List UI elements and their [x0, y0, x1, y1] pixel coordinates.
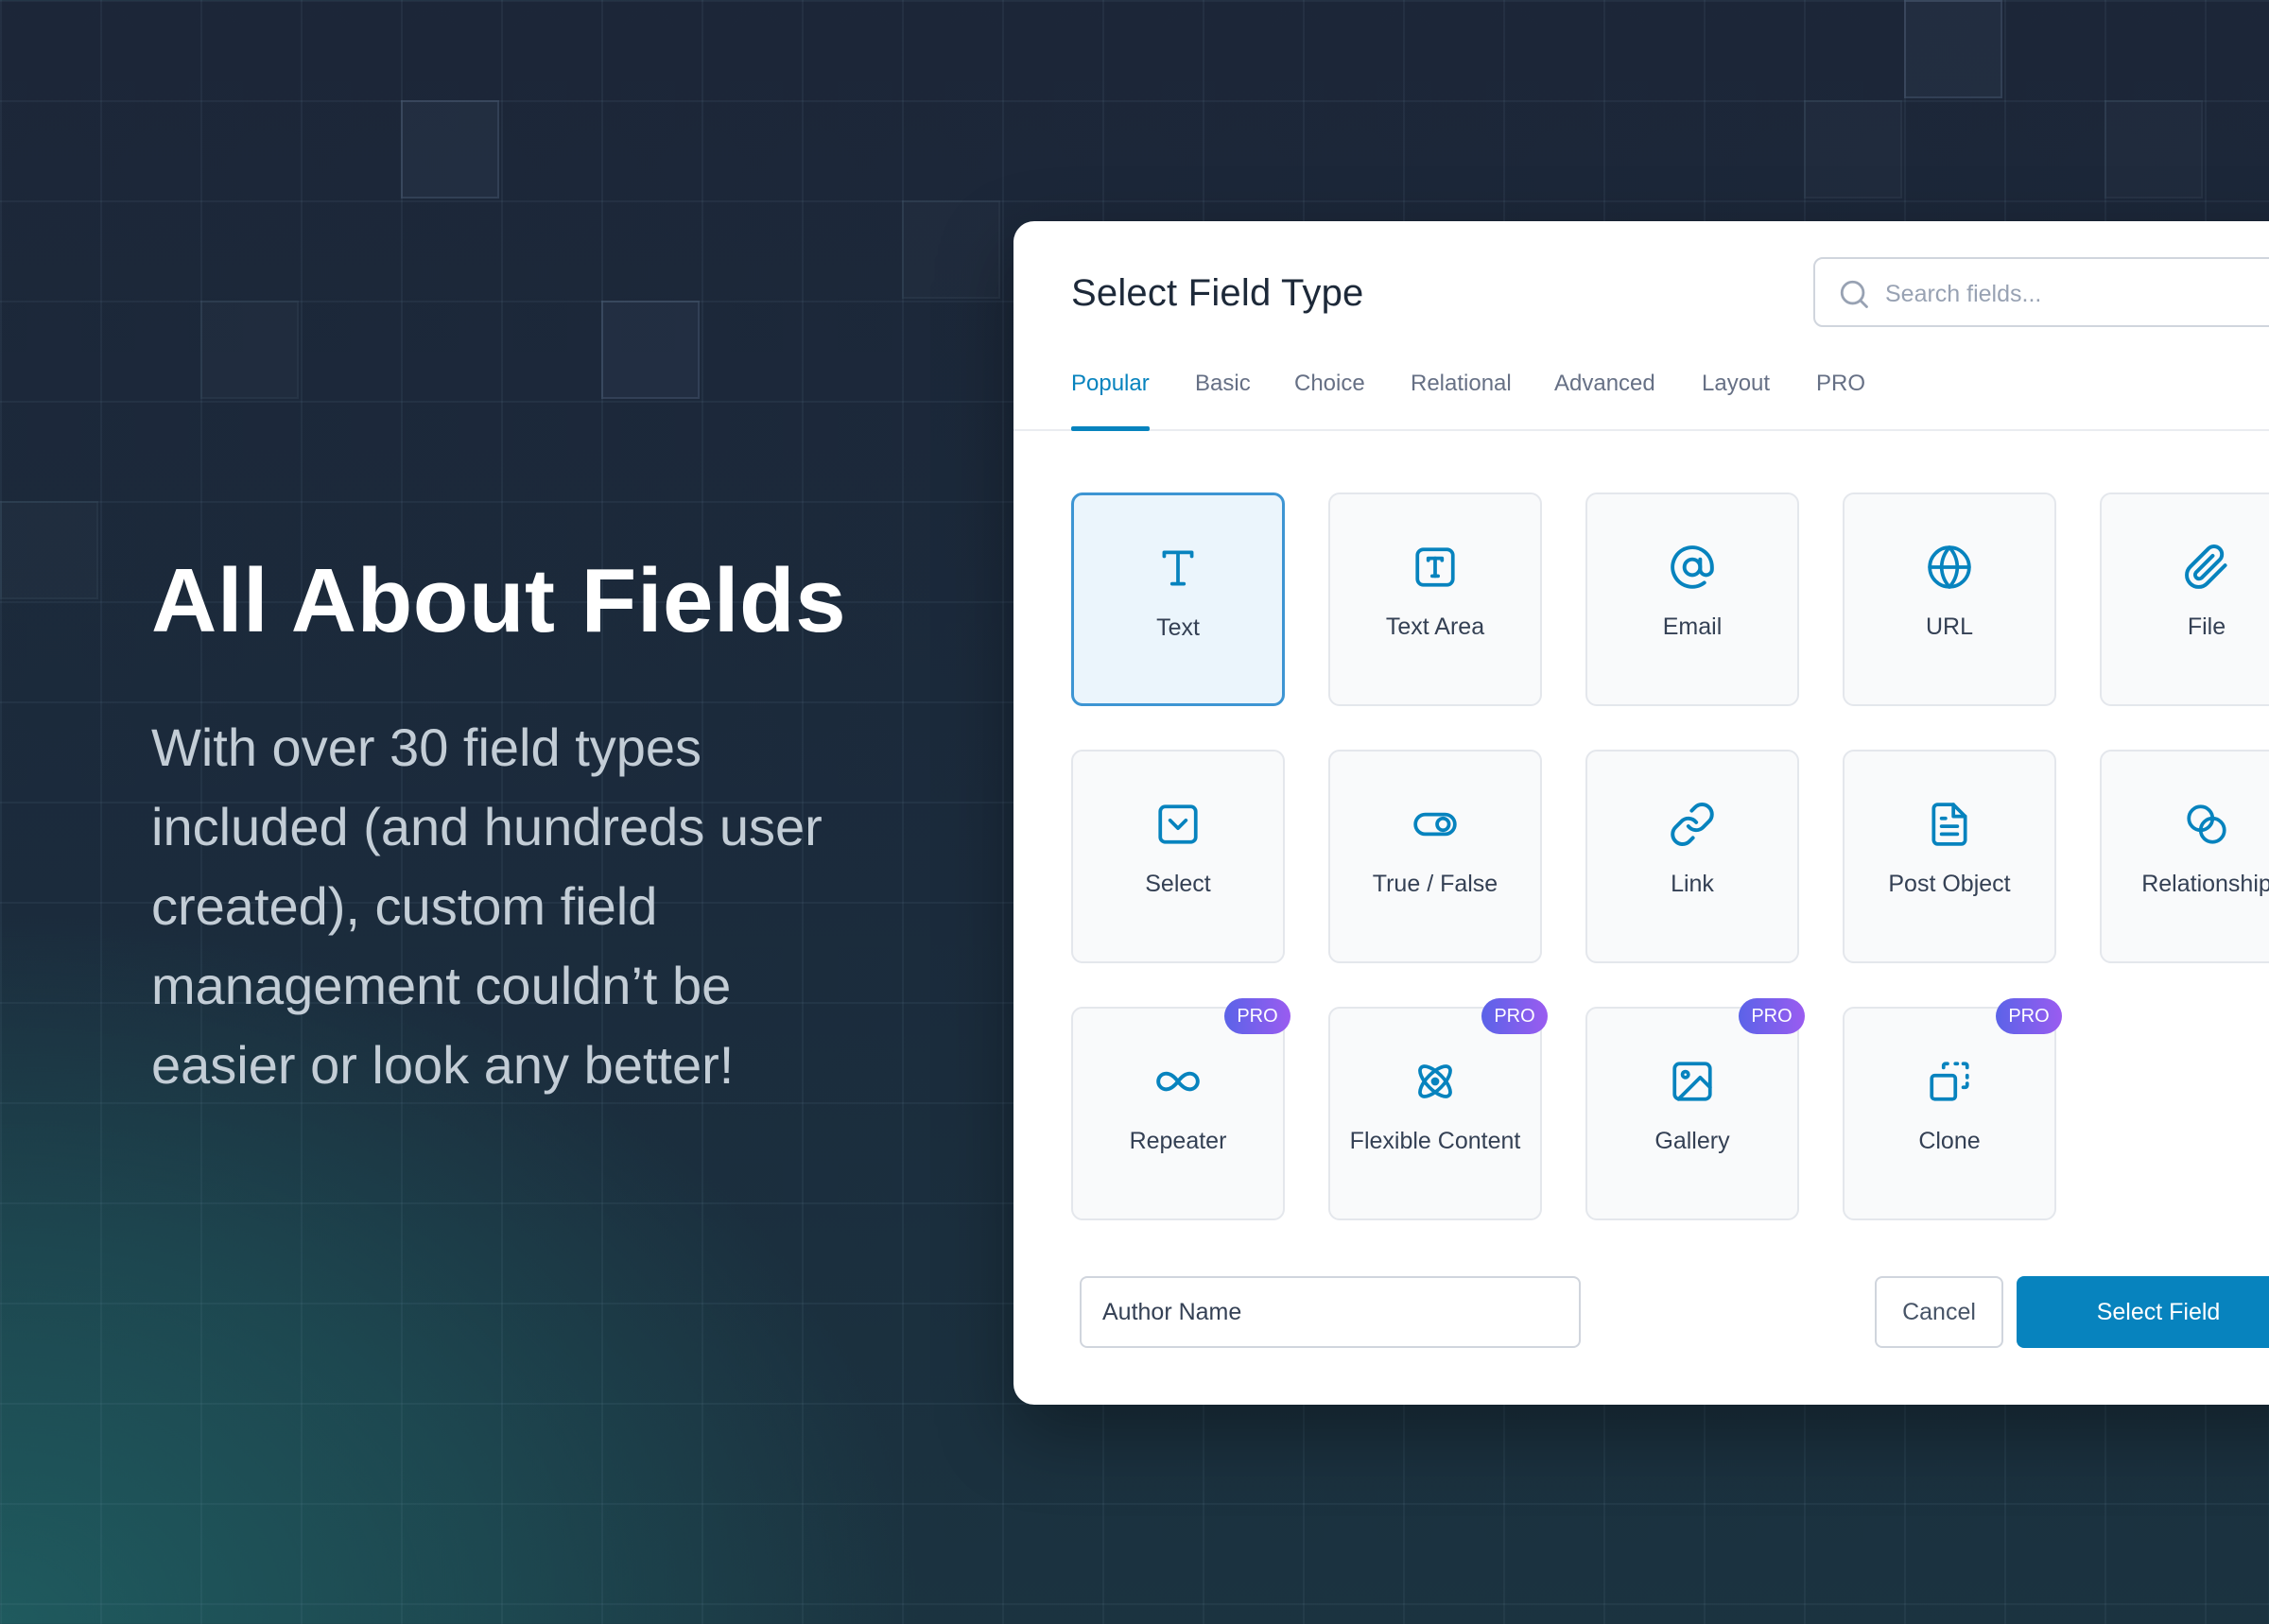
relationship-icon — [2187, 804, 2226, 844]
dialog-title: Select Field Type — [1071, 272, 1364, 314]
tab-popular[interactable]: Popular — [1071, 354, 1150, 431]
search-box[interactable] — [1813, 257, 2269, 327]
field-card-url[interactable]: URL — [1843, 492, 2056, 706]
grid-tile — [1804, 100, 1902, 199]
select-field-button[interactable]: Select Field — [2017, 1276, 2269, 1348]
field-card-gallery[interactable]: PRO Gallery — [1585, 998, 1805, 1220]
field-card-flexible-content[interactable]: PRO Flexible Content — [1328, 998, 1548, 1220]
field-card-label: Post Object — [1888, 871, 2011, 897]
grid-tile — [0, 501, 98, 599]
grid-tile — [601, 301, 700, 399]
field-card-relationship[interactable]: Relationship — [2100, 750, 2269, 963]
field-card-label: Text Area — [1385, 613, 1485, 640]
tab-relational[interactable]: Relational — [1411, 354, 1512, 429]
infinity-icon — [1156, 1071, 1200, 1092]
tab-choice[interactable]: Choice — [1294, 354, 1365, 429]
hero-title: All About Fields — [151, 550, 847, 651]
field-card-label: Text — [1156, 614, 1200, 641]
pro-badge: PRO — [1481, 998, 1548, 1034]
field-card-file[interactable]: File — [2100, 492, 2269, 706]
grid-tile — [1904, 0, 2002, 98]
image-icon — [1672, 1062, 1712, 1101]
grid-tile — [401, 100, 499, 199]
field-card-true-false[interactable]: True / False — [1328, 750, 1542, 963]
atom-icon — [1418, 1064, 1452, 1098]
field-card-text[interactable]: Text — [1071, 492, 1285, 706]
at-sign-icon — [1671, 545, 1714, 589]
field-card-label: Link — [1671, 871, 1714, 897]
grid-tile — [902, 200, 1000, 299]
tab-basic[interactable]: Basic — [1195, 354, 1251, 429]
globe-icon — [1928, 545, 1971, 589]
tab-advanced[interactable]: Advanced — [1554, 354, 1655, 429]
toggle-icon — [1413, 812, 1457, 837]
text-icon — [1162, 550, 1194, 586]
field-card-label: Flexible Content — [1349, 1128, 1521, 1154]
hero-section: All About Fields With over 30 field type… — [151, 553, 870, 1105]
field-card-label: Relationship — [2141, 871, 2269, 897]
grid-tile — [200, 301, 299, 399]
pro-badge: PRO — [1996, 998, 2062, 1034]
field-card-label: Gallery — [1654, 1128, 1730, 1154]
hero-description: With over 30 field types included (and h… — [151, 717, 823, 1095]
field-card-label: True / False — [1372, 871, 1498, 897]
tab-pro[interactable]: PRO — [1816, 354, 1865, 429]
grid-tile — [2104, 100, 2203, 199]
field-card-label: File — [2187, 613, 2226, 640]
field-card-email[interactable]: Email — [1585, 492, 1799, 706]
field-card-post-object[interactable]: Post Object — [1843, 750, 2056, 963]
field-card-link[interactable]: Link — [1585, 750, 1799, 963]
search-input[interactable] — [1883, 272, 2265, 316]
textarea-icon — [1415, 547, 1455, 587]
field-card-clone[interactable]: PRO Clone — [1843, 998, 2062, 1220]
field-card-label: Select — [1145, 871, 1211, 897]
select-chevron-icon — [1158, 804, 1198, 844]
field-card-text-area[interactable]: Text Area — [1328, 492, 1542, 706]
field-card-label: Email — [1662, 613, 1723, 640]
pro-badge: PRO — [1739, 998, 1805, 1034]
tab-layout[interactable]: Layout — [1702, 354, 1770, 429]
select-field-type-dialog: Select Field Type Popular Basic Choice R… — [1013, 221, 2269, 1405]
field-card-label: URL — [1925, 613, 1973, 640]
paperclip-icon — [2185, 544, 2227, 589]
field-card-label: Clone — [1918, 1128, 1981, 1154]
field-card-select[interactable]: Select — [1071, 750, 1285, 963]
search-icon — [1840, 280, 1868, 308]
field-type-tabs: Popular Basic Choice Relational Advanced… — [1013, 354, 2269, 431]
pro-badge: PRO — [1224, 998, 1290, 1034]
cancel-button[interactable]: Cancel — [1875, 1276, 2003, 1348]
field-card-label: Repeater — [1129, 1128, 1227, 1154]
document-icon — [1931, 803, 1967, 846]
clone-icon — [1930, 1062, 1969, 1101]
field-name-input[interactable] — [1080, 1276, 1581, 1348]
field-card-repeater[interactable]: PRO Repeater — [1071, 998, 1290, 1220]
link-icon — [1671, 803, 1714, 846]
